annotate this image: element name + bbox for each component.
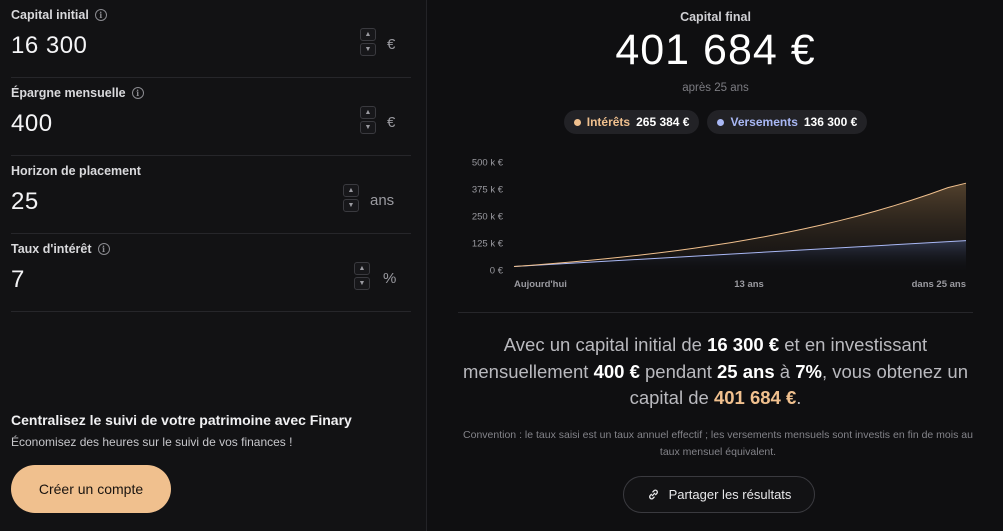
- interets-dot-icon: [573, 118, 581, 126]
- horizon-label: Horizon de placement: [11, 164, 141, 178]
- capital-initial-stepper: ▲ ▼: [360, 28, 376, 58]
- x-tick-label: 13 ans: [734, 279, 764, 290]
- taux-interet-field: Taux d'intérêt i 7 ▲ ▼ %: [11, 234, 411, 312]
- stepper-down-button[interactable]: ▼: [354, 277, 370, 290]
- versements-dot-icon: [717, 118, 725, 126]
- currency-unit: €: [387, 114, 396, 131]
- epargne-mensuelle-label: Épargne mensuelle: [11, 86, 126, 100]
- stepper-up-button[interactable]: ▲: [343, 184, 359, 197]
- capital-initial-input[interactable]: 16 300: [11, 32, 87, 60]
- y-tick-label: 0 €: [490, 266, 504, 277]
- percent-unit: %: [383, 270, 397, 287]
- summary-final-capital: 401 684 €: [713, 387, 797, 408]
- stepper-down-button[interactable]: ▼: [360, 121, 376, 134]
- y-tick-label: 500 k €: [472, 158, 504, 169]
- capital-initial-field: Capital initial i 16 300 ▲ ▼ €: [11, 0, 411, 78]
- stepper-down-button[interactable]: ▼: [360, 43, 376, 56]
- taux-interet-input[interactable]: 7: [11, 266, 25, 294]
- interets-pill: Intérêts 265 384 €: [563, 110, 700, 134]
- x-tick-label: Aujourd'hui: [514, 279, 567, 290]
- versements-pill: Versements 136 300 €: [707, 110, 868, 134]
- interets-value: 265 384 €: [636, 115, 690, 129]
- summary-text: Avec un capital initial de 16 300 € et e…: [448, 332, 983, 412]
- info-icon[interactable]: i: [131, 87, 144, 99]
- epargne-mensuelle-stepper: ▲ ▼: [360, 106, 376, 136]
- share-results-button[interactable]: Partager les résultats: [623, 476, 815, 513]
- capital-final-duration: après 25 ans: [682, 82, 749, 94]
- horizon-field: Horizon de placement 25 ▲ ▼ ans: [11, 156, 411, 234]
- horizon-input[interactable]: 25: [11, 188, 39, 216]
- capital-final-value: 401 684 €: [615, 26, 816, 74]
- versements-label: Versements: [730, 115, 798, 129]
- summary-monthly-amount: 400 €: [593, 360, 640, 382]
- summary-text-part: .: [796, 387, 802, 408]
- summary-duration: 25 ans: [717, 360, 775, 382]
- promo-title: Centralisez le suivi de votre patrimoine…: [11, 412, 352, 428]
- results-panel: Capital final 401 684 € après 25 ans Int…: [428, 0, 1003, 531]
- stepper-up-button[interactable]: ▲: [354, 262, 370, 275]
- summary-text-part: à: [774, 360, 796, 382]
- capital-chart: 500 k € 375 k € 250 k € 125 k € 0 € Aujourd'h…: [458, 148, 978, 298]
- y-tick-label: 125 k €: [472, 239, 504, 250]
- capital-chart-svg: 500 k € 375 k € 250 k € 125 k € 0 € Aujourd'h…: [472, 158, 967, 290]
- currency-unit: €: [387, 36, 396, 53]
- taux-interet-label: Taux d'intérêt: [11, 242, 92, 256]
- versements-value: 136 300 €: [803, 115, 858, 129]
- horizon-stepper: ▲ ▼: [343, 184, 359, 214]
- divider: [458, 312, 973, 313]
- capital-initial-label: Capital initial: [11, 8, 89, 22]
- summary-capital-initial: 16 300 €: [707, 334, 780, 355]
- info-icon[interactable]: i: [94, 9, 107, 21]
- interets-label: Intérêts: [586, 115, 631, 129]
- share-results-label: Partager les résultats: [668, 487, 792, 502]
- stepper-down-button[interactable]: ▼: [343, 199, 359, 212]
- info-icon[interactable]: i: [97, 243, 110, 255]
- summary-rate: 7%: [795, 360, 822, 382]
- years-unit: ans: [370, 192, 395, 209]
- epargne-mensuelle-input[interactable]: 400: [11, 110, 53, 138]
- stepper-up-button[interactable]: ▲: [360, 28, 376, 41]
- legend-pills: Intérêts 265 384 € Versements 136 300 €: [428, 110, 1003, 134]
- epargne-mensuelle-field: Épargne mensuelle i 400 ▲ ▼ €: [11, 78, 411, 156]
- taux-interet-stepper: ▲ ▼: [354, 262, 370, 292]
- summary-text-part: Avec un capital initial de: [503, 334, 708, 355]
- simulator-form-panel: Capital initial i 16 300 ▲ ▼ € Épargne m…: [0, 0, 427, 531]
- stepper-up-button[interactable]: ▲: [360, 106, 376, 119]
- y-tick-label: 250 k €: [472, 212, 504, 223]
- create-account-button[interactable]: Créer un compte: [11, 465, 171, 513]
- capital-final-label: Capital final: [680, 10, 751, 24]
- link-icon: [648, 489, 658, 500]
- promo-subtitle: Économisez des heures sur le suivi de vo…: [11, 435, 293, 449]
- y-tick-label: 375 k €: [472, 185, 504, 196]
- x-tick-label: dans 25 ans: [912, 279, 966, 290]
- summary-text-part: pendant: [639, 360, 718, 382]
- convention-note: Convention : le taux saisi est un taux a…: [463, 429, 973, 458]
